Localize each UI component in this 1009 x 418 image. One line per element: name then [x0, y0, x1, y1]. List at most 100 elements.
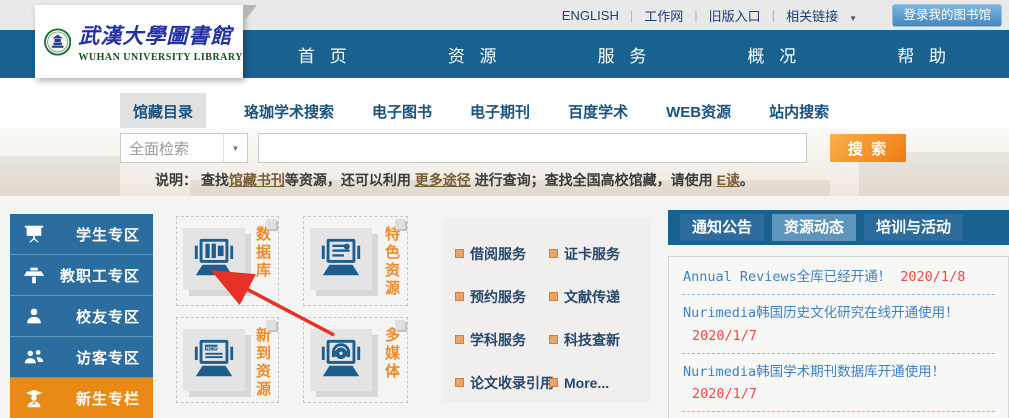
new-arrivals-tile[interactable]: NEW: [183, 329, 245, 391]
news-date: 2020/1/8: [900, 269, 965, 285]
sidebar-item-label: 新生专栏: [76, 388, 140, 409]
service-novelty-search[interactable]: 科技查新: [549, 330, 651, 350]
note-text: 进行查询；查找全国高校馆藏，请使用: [471, 172, 717, 188]
note-text: 等资源，还可以利用: [285, 172, 415, 188]
nav-item-resources[interactable]: 资 源: [448, 42, 502, 67]
note-text: 说明： 查找: [155, 172, 229, 188]
news-title[interactable]: Nurimedia韩国历史文化研究在线开通使用！: [683, 305, 959, 321]
card-corner-decoration: [266, 219, 276, 229]
nav-item-services[interactable]: 服 务: [598, 42, 652, 67]
library-logo[interactable]: 武漢大學圖書館 WUHAN UNIVERSITY LIBRARY: [35, 5, 243, 78]
link-divider: |: [772, 8, 775, 23]
service-reservation[interactable]: 预约服务: [455, 287, 549, 307]
svg-text:NEW: NEW: [206, 345, 218, 351]
sidebar-item-alumni-zone[interactable]: 校友专区: [10, 296, 153, 337]
news-date: 2020/1/7: [692, 386, 757, 402]
tab-luojia-scholar-search[interactable]: 珞珈学术搜索: [244, 101, 334, 122]
featured-resources-tile[interactable]: [310, 228, 372, 290]
tab-resource-news[interactable]: 资源动态: [772, 214, 856, 241]
sidebar-item-visitor-zone[interactable]: 访客专区: [10, 337, 153, 378]
visitor-zone-icon: [23, 346, 45, 368]
card-corner-decoration: [266, 320, 276, 330]
sidebar-item-label: 访客专区: [76, 347, 140, 368]
more-ways-link[interactable]: 更多途径: [415, 172, 471, 188]
work-net-link[interactable]: 工作网: [644, 6, 683, 25]
card-label[interactable]: 数据库: [252, 226, 273, 280]
news-title[interactable]: Nurimedia韩国学术期刊数据库开通使用！: [683, 364, 945, 380]
news-item[interactable]: Nurimedia韩国历史文化研究在线开通使用！2020/1/7: [682, 295, 995, 354]
service-label: 文献传递: [564, 287, 620, 307]
link-divider: |: [694, 8, 697, 23]
news-list: Annual Reviews全库已经开通！ 2020/1/8 Nurimedia韩…: [668, 256, 1009, 418]
related-links-menu[interactable]: 相关链接: [786, 6, 838, 25]
square-bullet-icon: [455, 292, 464, 301]
service-label: 科技查新: [564, 330, 620, 350]
service-subject[interactable]: 学科服务: [455, 330, 549, 350]
sidebar-item-freshman-zone[interactable]: 新生专栏: [10, 378, 153, 418]
card-label[interactable]: 新到资源: [252, 327, 273, 399]
service-borrowing[interactable]: 借阅服务: [455, 244, 549, 264]
search-input[interactable]: [258, 133, 807, 163]
tab-catalog[interactable]: 馆藏目录: [120, 93, 206, 130]
wuhan-university-library-homepage: ENGLISH | 工作网 | 旧版入口 | 相关链接 ▼ 登录我的图书馆 首 …: [0, 0, 1009, 418]
service-more[interactable]: More...: [549, 375, 651, 391]
sidebar-item-student-zone[interactable]: 学生专区: [10, 214, 153, 255]
tab-site-search[interactable]: 站内搜索: [769, 101, 829, 122]
card-corner-decoration: [395, 320, 405, 330]
news-title[interactable]: Annual Reviews全库已经开通！: [683, 269, 891, 285]
topbar-links: ENGLISH | 工作网 | 旧版入口 | 相关链接 ▼: [562, 0, 857, 30]
card-label[interactable]: 多媒体: [381, 327, 402, 381]
freshman-zone-icon: [23, 388, 45, 410]
news-item[interactable]: 闻藏II Visual开通使用！2020/1/7: [682, 412, 995, 418]
logo-text: 武漢大學圖書館 WUHAN UNIVERSITY LIBRARY: [78, 20, 243, 63]
main-nav-items: 首 页 资 源 服 务 概 况 帮 助: [250, 30, 999, 78]
search-scope-value: 全面检索: [121, 138, 223, 159]
library-name-english: WUHAN UNIVERSITY LIBRARY: [78, 52, 243, 63]
login-my-library-button[interactable]: 登录我的图书馆: [892, 4, 1002, 27]
card-featured-resources[interactable]: 特色资源: [303, 216, 408, 306]
search-note: 说明： 查找馆藏书刊等资源，还可以利用 更多途径 进行查询；查找全国高校馆藏，请…: [155, 170, 754, 190]
logo-card-fold: [243, 5, 257, 23]
service-document-delivery[interactable]: 文献传递: [549, 287, 651, 307]
services-panel: 借阅服务 证卡服务 预约服务 文献传递 学科服务 科技查新 论文收录引用 Mor…: [443, 218, 651, 402]
multimedia-tile[interactable]: [310, 329, 372, 391]
square-bullet-icon: [549, 335, 558, 344]
tab-ebooks[interactable]: 电子图书: [372, 101, 432, 122]
card-label[interactable]: 特色资源: [381, 226, 402, 298]
service-card[interactable]: 证卡服务: [549, 244, 651, 264]
watermark-building: [0, 156, 120, 196]
tab-training-events[interactable]: 培训与活动: [864, 214, 963, 241]
tab-web-resources[interactable]: WEB资源: [666, 101, 731, 122]
english-link[interactable]: ENGLISH: [562, 8, 619, 23]
edu-link[interactable]: E读: [717, 172, 740, 188]
sidebar: 学生专区 教职工专区 校友专区 访客专区 新生专栏: [10, 214, 153, 418]
news-tabbar: 通知公告 资源动态 培训与活动: [668, 210, 1009, 245]
catalog-books-link[interactable]: 馆藏书刊: [229, 172, 285, 188]
database-tile[interactable]: [183, 228, 245, 290]
nav-item-help[interactable]: 帮 助: [897, 42, 951, 67]
tab-notices[interactable]: 通知公告: [680, 214, 764, 241]
news-item[interactable]: Annual Reviews全库已经开通！ 2020/1/8: [682, 259, 995, 295]
service-citation-index[interactable]: 论文收录引用: [455, 373, 549, 393]
old-version-link[interactable]: 旧版入口: [709, 6, 761, 25]
news-item[interactable]: Nurimedia韩国学术期刊数据库开通使用！ 2020/1/7: [682, 354, 995, 413]
sidebar-item-staff-zone[interactable]: 教职工专区: [10, 255, 153, 296]
tab-baidu-scholar[interactable]: 百度学术: [568, 101, 628, 122]
services-grid: 借阅服务 证卡服务 预约服务 文献传递 学科服务 科技查新 论文收录引用 Mor…: [455, 232, 651, 404]
news-panel: 通知公告 资源动态 培训与活动 Annual Reviews全库已经开通！ 202…: [668, 210, 1009, 418]
sidebar-item-label: 教职工专区: [60, 265, 140, 286]
square-bullet-icon: [549, 378, 558, 387]
search-scope-select[interactable]: 全面检索 ▼: [120, 133, 248, 163]
nav-item-home[interactable]: 首 页: [298, 42, 352, 67]
library-seal-icon: [44, 16, 71, 68]
new-arrivals-icon: NEW: [191, 337, 237, 383]
chevron-down-icon[interactable]: ▼: [849, 14, 857, 23]
tab-ejournals[interactable]: 电子期刊: [470, 101, 530, 122]
square-bullet-icon: [455, 378, 464, 387]
nav-item-overview[interactable]: 概 况: [747, 42, 801, 67]
search-button[interactable]: 搜 索: [830, 134, 906, 162]
square-bullet-icon: [455, 249, 464, 258]
card-new-arrivals[interactable]: NEW 新到资源: [176, 317, 279, 403]
card-database[interactable]: 数据库: [176, 216, 279, 306]
card-multimedia[interactable]: 多媒体: [303, 317, 408, 403]
